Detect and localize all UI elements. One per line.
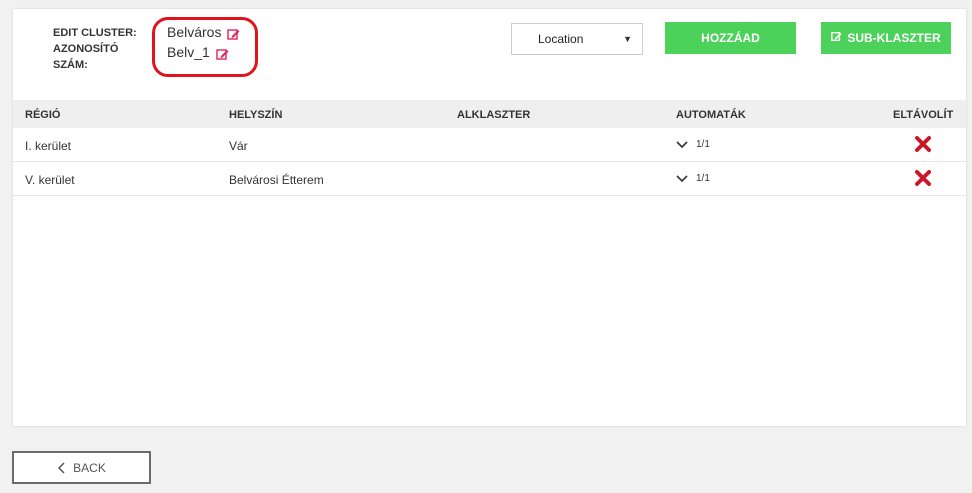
chevron-left-icon <box>58 461 65 474</box>
header-subcluster: ALKLASZTER <box>457 109 531 121</box>
cell-location: Belvárosi Étterem <box>229 173 324 187</box>
edit-icon <box>831 31 842 45</box>
chevron-down-icon <box>676 174 688 182</box>
cell-region: V. kerület <box>25 173 75 187</box>
edit-cluster-label: EDIT CLUSTER: <box>53 27 137 39</box>
cluster-header: EDIT CLUSTER: AZONOSÍTÓ SZÁM: Belváros B… <box>13 9 966 100</box>
table-row: I. kerület Vár 1/1 <box>13 128 966 162</box>
cluster-panel: EDIT CLUSTER: AZONOSÍTÓ SZÁM: Belváros B… <box>13 9 966 426</box>
table-header: RÉGIÓ HELYSZÍN ALKLASZTER AUTOMATÁK ELTÁ… <box>13 100 966 128</box>
back-button-label: BACK <box>73 460 106 475</box>
id-label-line2: SZÁM: <box>53 59 88 71</box>
sub-cluster-button[interactable]: SUB-KLASZTER <box>821 22 951 54</box>
header-location: HELYSZÍN <box>229 109 283 121</box>
back-button[interactable]: BACK <box>12 451 151 484</box>
machines-count: 1/1 <box>696 139 710 150</box>
table-row: V. kerület Belvárosi Étterem 1/1 <box>13 162 966 196</box>
cell-location: Vár <box>229 139 248 153</box>
header-region: RÉGIÓ <box>25 109 61 121</box>
add-button[interactable]: HOZZÁAD <box>665 22 796 54</box>
header-remove: ELTÁVOLÍT <box>893 109 954 121</box>
sub-cluster-button-label: SUB-KLASZTER <box>847 31 941 45</box>
highlight-annotation <box>152 17 258 77</box>
chevron-down-icon <box>676 140 688 148</box>
cluster-meta-labels: EDIT CLUSTER: AZONOSÍTÓ SZÁM: <box>53 25 137 73</box>
cell-region: I. kerület <box>25 139 72 153</box>
machines-count: 1/1 <box>696 173 710 184</box>
machines-toggle[interactable]: 1/1 <box>676 139 710 150</box>
id-label-line1: AZONOSÍTÓ <box>53 43 119 55</box>
machines-toggle[interactable]: 1/1 <box>676 173 710 184</box>
dropdown-arrow-icon: ▼ <box>623 34 632 44</box>
location-select-value: Location <box>538 32 584 46</box>
remove-x-icon[interactable] <box>915 136 931 152</box>
remove-x-icon[interactable] <box>915 170 931 186</box>
header-machines: AUTOMATÁK <box>676 109 746 121</box>
location-select[interactable]: Location ▼ <box>511 23 643 55</box>
